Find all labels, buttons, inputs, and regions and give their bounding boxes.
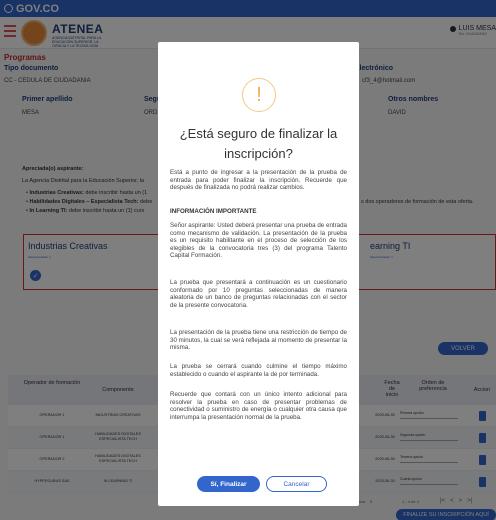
confirm-modal: ! ¿Está seguro de finalizar la inscripci… [158, 42, 359, 506]
cancel-button[interactable]: Cancelar [266, 476, 327, 492]
modal-paragraph-1: Está a punto de ingresar a la presentaci… [170, 169, 347, 191]
modal-paragraph-3: La prueba que presentará a continuación … [170, 279, 347, 309]
modal-paragraph-2: Señor aspirante: Usted deberá presentar … [170, 222, 347, 259]
modal-paragraph-4: La presentación de la prueba tiene una r… [170, 329, 347, 351]
modal-title: ¿Está seguro de finalizar la inscripción… [179, 126, 338, 161]
confirm-finalize-button[interactable]: Sí, Finalizar [197, 476, 260, 492]
modal-subheading: INFORMACIÓN IMPORTANTE [170, 208, 257, 215]
warning-icon: ! [242, 78, 276, 112]
modal-paragraph-5: La prueba se cerrará cuando culmine el t… [170, 363, 347, 378]
modal-paragraph-6: Recuerde que contará con un único intent… [170, 391, 347, 421]
